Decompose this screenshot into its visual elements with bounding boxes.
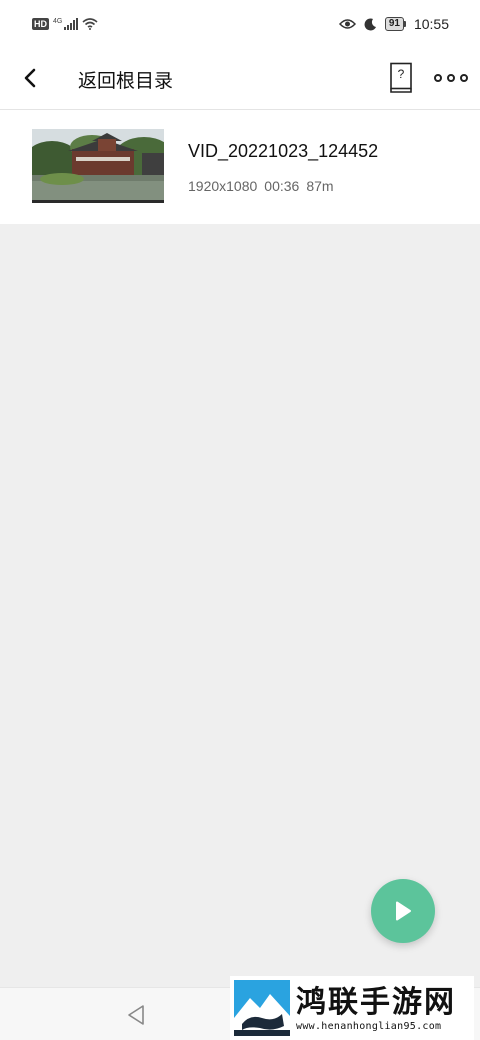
more-options-button[interactable] [434, 68, 468, 88]
back-button[interactable] [16, 64, 44, 92]
hd-badge: HD [32, 18, 49, 30]
video-thumbnail [32, 129, 164, 203]
chevron-left-icon [24, 68, 36, 88]
video-resolution: 1920x1080 [188, 178, 258, 194]
wifi-icon [82, 18, 98, 30]
status-right: 91 10:55 [338, 16, 449, 32]
watermark-url: www.henanhonglian95.com [296, 1020, 442, 1032]
status-bar: HD 4G 91 10:55 [0, 0, 480, 54]
watermark-logo [234, 980, 290, 1036]
page-title: 返回根目录 [78, 70, 174, 92]
app-bar: 返回根目录 ? [0, 54, 480, 110]
video-meta: 1920x1080 00:36 87m [188, 178, 334, 194]
battery-indicator: 91 [384, 17, 406, 31]
more-dot-icon [460, 74, 468, 82]
video-duration: 00:36 [264, 178, 300, 194]
more-dot-icon [447, 74, 455, 82]
watermark-brand: 鸿联手游网 [296, 984, 456, 1020]
video-file-name: VID_20221023_124452 [188, 141, 379, 161]
more-dot-icon [434, 74, 442, 82]
video-list: VID_20221023_124452 1920x1080 00:36 87m [0, 110, 480, 224]
eye-icon [338, 19, 356, 29]
battery-level: 91 [384, 17, 404, 31]
video-list-item[interactable]: VID_20221023_124452 1920x1080 00:36 87m [0, 110, 480, 224]
network-type: 4G [53, 18, 63, 25]
moon-icon [364, 17, 376, 30]
help-button[interactable]: ? [388, 62, 414, 94]
video-size: 87m [306, 178, 334, 194]
nav-back-button[interactable] [124, 1002, 150, 1028]
play-icon [396, 901, 411, 921]
help-book-icon: ? [390, 62, 412, 93]
play-button[interactable] [371, 879, 435, 943]
status-left: HD 4G [32, 18, 98, 30]
clock: 10:55 [413, 16, 449, 32]
battery-tip [403, 21, 406, 27]
signal-icon [64, 18, 79, 30]
watermark: 鸿联手游网 www.henanhonglian95.com [230, 976, 474, 1040]
svg-text:?: ? [398, 67, 405, 81]
triangle-back-icon [128, 1005, 144, 1025]
watermark-text: 鸿联手游网 www.henanhonglian95.com [296, 985, 456, 1032]
